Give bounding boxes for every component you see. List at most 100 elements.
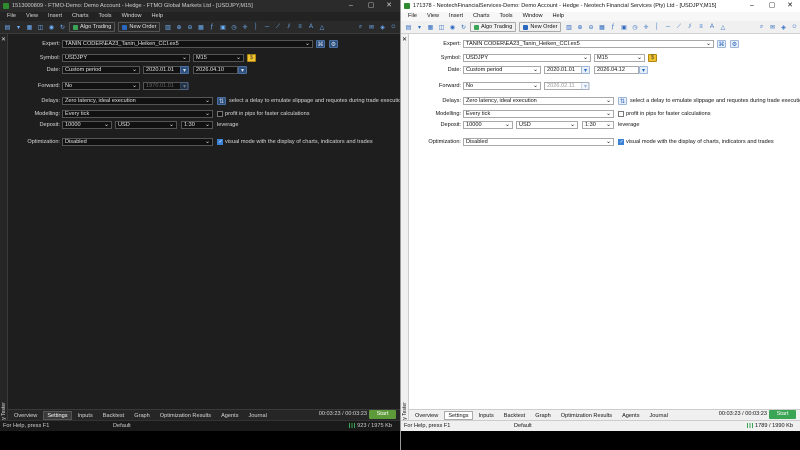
forward-select[interactable]: No ⌄ [62,82,140,90]
period-select[interactable]: Custom period ⌄ [62,66,140,74]
currency-select[interactable]: USD ⌄ [115,121,177,129]
delays-refresh-icon[interactable]: ⇅ [618,97,627,105]
tab-graph[interactable]: Graph [130,411,154,420]
tab-overview[interactable]: Overview [411,411,442,420]
new-chart-icon[interactable]: ▤ [3,23,12,32]
shapes-icon[interactable]: △ [718,23,727,32]
tab-optimization-results[interactable]: Optimization Results [557,411,616,420]
date-to-input[interactable]: 2026.04.12 [594,66,639,74]
minimize-icon[interactable]: – [743,0,761,12]
leverage-select[interactable]: 1:30 ⌄ [582,121,614,129]
expert-settings-button[interactable]: ⚙ [329,40,338,48]
expert-properties-button[interactable]: ⌘ [717,40,726,48]
menu-help[interactable]: Help [152,12,164,21]
menu-view[interactable]: View [26,12,38,21]
period-icon[interactable]: ◷ [630,23,639,32]
channel-icon[interactable]: ⫽ [284,23,293,32]
close-icon[interactable]: ✕ [781,0,799,12]
calendar-from-icon[interactable]: ▾ [180,66,189,74]
tab-journal[interactable]: Journal [646,411,672,420]
template-icon[interactable]: ▣ [218,23,227,32]
chart-icon[interactable]: ▦ [25,23,34,32]
search-icon[interactable]: ⌕ [757,23,766,32]
chart-icon[interactable]: ▦ [426,23,435,32]
horizontal-line-icon[interactable]: ─ [262,23,271,32]
menu-help[interactable]: Help [553,12,565,21]
menu-file[interactable]: File [7,12,16,21]
indicator-icon[interactable]: ƒ [207,23,216,32]
minimize-icon[interactable]: – [342,0,360,12]
optimization-select[interactable]: Disabled ⌄ [463,138,614,146]
profiles-icon[interactable]: ▾ [415,23,424,32]
notifications-icon[interactable]: ✉ [768,23,777,32]
notifications-icon[interactable]: ✉ [367,23,376,32]
tab-inputs[interactable]: Inputs [74,411,97,420]
timeframe-select[interactable]: M15 ⌄ [594,54,645,62]
channel-icon[interactable]: ⫽ [685,23,694,32]
new-order-button[interactable]: New Order [519,22,562,32]
market-icon[interactable]: ◉ [47,23,56,32]
crosshair-icon[interactable]: ✛ [641,23,650,32]
tab-journal[interactable]: Journal [245,411,271,420]
navigator-icon[interactable]: ◫ [437,23,446,32]
text-icon[interactable]: A [306,23,315,32]
fibo-icon[interactable]: ≡ [696,23,705,32]
profit-in-pips-checkbox[interactable] [217,111,223,117]
modelling-select[interactable]: Every tick ⌄ [62,110,213,118]
menu-view[interactable]: View [427,12,439,21]
crosshair-icon[interactable]: ✛ [240,23,249,32]
menu-tools[interactable]: Tools [500,12,513,21]
menu-tools[interactable]: Tools [99,12,112,21]
line-icon[interactable]: ⟋ [273,23,282,32]
start-button[interactable]: Start [369,410,396,419]
text-icon[interactable]: A [707,23,716,32]
indicator-icon[interactable]: ƒ [608,23,617,32]
calendar-from-icon[interactable]: ▾ [581,66,590,74]
deposit-input[interactable]: 10000 ⌄ [62,121,112,129]
expert-select[interactable]: TANIN CODER\EA23_Tanin_Heiken_CCI.ex5 ⌄ [62,40,313,48]
shapes-icon[interactable]: △ [317,23,326,32]
tab-settings[interactable]: Settings [43,410,72,420]
tile-icon[interactable]: ▦ [196,23,205,32]
account-icon[interactable]: ☺ [790,23,799,32]
signals-icon[interactable]: ◈ [779,23,788,32]
modelling-select[interactable]: Every tick ⌄ [463,110,614,118]
search-icon[interactable]: ⌕ [356,23,365,32]
delays-select[interactable]: Zero latency, ideal execution ⌄ [62,97,213,105]
calendar-to-icon[interactable]: ▾ [639,66,648,74]
date-to-input[interactable]: 2026.04.10 [193,66,238,74]
visual-mode-checkbox[interactable] [618,139,624,145]
delays-select[interactable]: Zero latency, ideal execution ⌄ [463,97,614,105]
optimization-select[interactable]: Disabled ⌄ [62,138,213,146]
zoom-in-icon[interactable]: ⊕ [174,23,183,32]
delays-refresh-icon[interactable]: ⇅ [217,97,226,105]
bar-chart-icon[interactable]: ▥ [163,23,172,32]
menu-charts[interactable]: Charts [72,12,88,21]
template-icon[interactable]: ▣ [619,23,628,32]
symbol-specification-button[interactable]: $ [247,54,256,62]
deposit-input[interactable]: 10000 ⌄ [463,121,513,129]
refresh-icon[interactable]: ↻ [459,23,468,32]
maximize-icon[interactable]: ▢ [763,0,781,12]
tab-overview[interactable]: Overview [10,411,41,420]
symbol-specification-button[interactable]: $ [648,54,657,62]
start-button[interactable]: Start [769,410,796,419]
bar-chart-icon[interactable]: ▥ [564,23,573,32]
profit-in-pips-checkbox[interactable] [618,111,624,117]
period-icon[interactable]: ◷ [229,23,238,32]
calendar-to-icon[interactable]: ▾ [238,66,247,74]
menu-window[interactable]: Window [122,12,142,21]
currency-select[interactable]: USD ⌄ [516,121,578,129]
expert-settings-button[interactable]: ⚙ [730,40,739,48]
timeframe-select[interactable]: M15 ⌄ [193,54,244,62]
new-order-button[interactable]: New Order [118,22,161,32]
forward-select[interactable]: No ⌄ [463,82,541,90]
tile-icon[interactable]: ▦ [597,23,606,32]
tab-backtest[interactable]: Backtest [500,411,529,420]
navigator-icon[interactable]: ◫ [36,23,45,32]
zoom-in-icon[interactable]: ⊕ [575,23,584,32]
tab-agents[interactable]: Agents [618,411,643,420]
menu-insert[interactable]: Insert [449,12,463,21]
algo-trading-button[interactable]: Algo Trading [470,22,517,32]
tab-optimization-results[interactable]: Optimization Results [156,411,215,420]
